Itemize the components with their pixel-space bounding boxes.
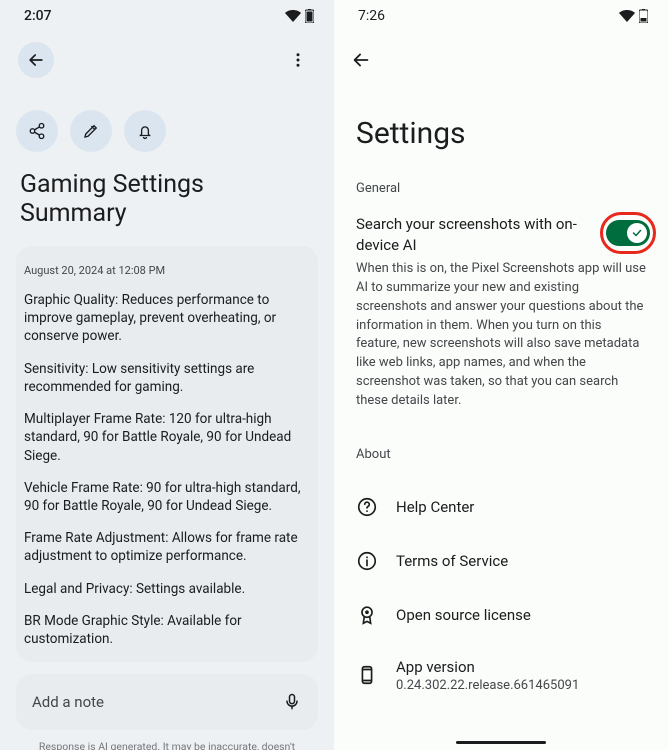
settings-screen: 7:26 Settings General Search your screen… <box>334 0 668 750</box>
add-note-input[interactable]: Add a note <box>16 674 318 730</box>
header <box>0 28 334 92</box>
phone-icon <box>356 664 378 686</box>
header <box>334 28 668 72</box>
clock: 7:26 <box>358 8 385 24</box>
toggle-thumb <box>627 223 647 243</box>
summary-para: Multiplayer Frame Rate: 120 for ultra-hi… <box>24 410 310 479</box>
share-icon <box>28 122 46 140</box>
arrow-left-icon <box>350 49 372 71</box>
info-icon <box>356 550 378 572</box>
tos-item[interactable]: Terms of Service <box>334 534 668 588</box>
setting-title: Search your screenshots with on-device A… <box>356 214 646 256</box>
version-item[interactable]: App version 0.24.302.22.release.66146509… <box>334 642 668 709</box>
summary-para: Legal and Privacy: Settings available. <box>24 580 310 612</box>
version-value: 0.24.302.22.release.661465091 <box>396 676 579 693</box>
back-button[interactable] <box>18 42 54 78</box>
arrow-left-icon <box>26 50 46 70</box>
battery-icon <box>305 9 314 23</box>
share-button[interactable] <box>16 110 58 152</box>
check-icon <box>631 227 643 239</box>
help-center-item[interactable]: Help Center <box>334 480 668 534</box>
nav-handle <box>456 741 546 744</box>
action-row <box>0 92 334 166</box>
note-placeholder: Add a note <box>32 693 104 711</box>
notify-button[interactable] <box>124 110 166 152</box>
bell-icon <box>136 122 154 140</box>
timestamp: August 20, 2024 at 12:08 PM <box>24 264 310 291</box>
pencil-icon <box>82 122 100 140</box>
summary-para: Graphic Quality: Reduces performance to … <box>24 291 310 360</box>
badge-icon <box>356 604 378 626</box>
section-about: About <box>334 427 668 480</box>
summary-para: BR Mode Graphic Style: Available for cus… <box>24 612 310 662</box>
list-label: Open source license <box>396 606 531 624</box>
page-title: Settings <box>334 72 668 181</box>
ai-search-toggle[interactable] <box>606 220 650 246</box>
battery-icon <box>639 9 648 23</box>
status-bar: 7:26 <box>334 0 668 28</box>
section-general: General <box>334 181 668 214</box>
setting-desc: When this is on, the Pixel Screenshots a… <box>356 256 646 411</box>
summary-para: Sensitivity: Low sensitivity settings ar… <box>24 360 310 410</box>
ai-search-setting: Search your screenshots with on-device A… <box>334 214 668 427</box>
list-label: App version <box>396 658 579 676</box>
mic-icon[interactable] <box>282 692 302 712</box>
edit-button[interactable] <box>70 110 112 152</box>
back-button[interactable] <box>350 48 374 72</box>
help-icon <box>356 496 378 518</box>
summary-screen: 2:07 ⚙SETTINGS ⊞▢★✕ BASIC GRAPHICS AUDIO… <box>0 0 334 750</box>
page-title: Gaming Settings Summary <box>0 166 334 246</box>
ai-disclaimer: Response is AI generated. It may be inac… <box>0 740 334 750</box>
list-label: Help Center <box>396 498 474 516</box>
status-bar: 2:07 <box>0 0 334 28</box>
summary-para: Frame Rate Adjustment: Allows for frame … <box>24 529 310 579</box>
wifi-icon <box>619 10 635 22</box>
summary-para: Vehicle Frame Rate: 90 for ultra-high st… <box>24 479 310 529</box>
more-button[interactable] <box>280 42 316 78</box>
license-item[interactable]: Open source license <box>334 588 668 642</box>
list-label: Terms of Service <box>396 552 508 570</box>
clock: 2:07 <box>24 8 52 24</box>
summary-card: August 20, 2024 at 12:08 PM Graphic Qual… <box>16 246 318 662</box>
status-icons <box>619 9 648 23</box>
status-icons <box>285 9 314 23</box>
more-vert-icon <box>289 51 307 69</box>
wifi-icon <box>285 10 301 22</box>
